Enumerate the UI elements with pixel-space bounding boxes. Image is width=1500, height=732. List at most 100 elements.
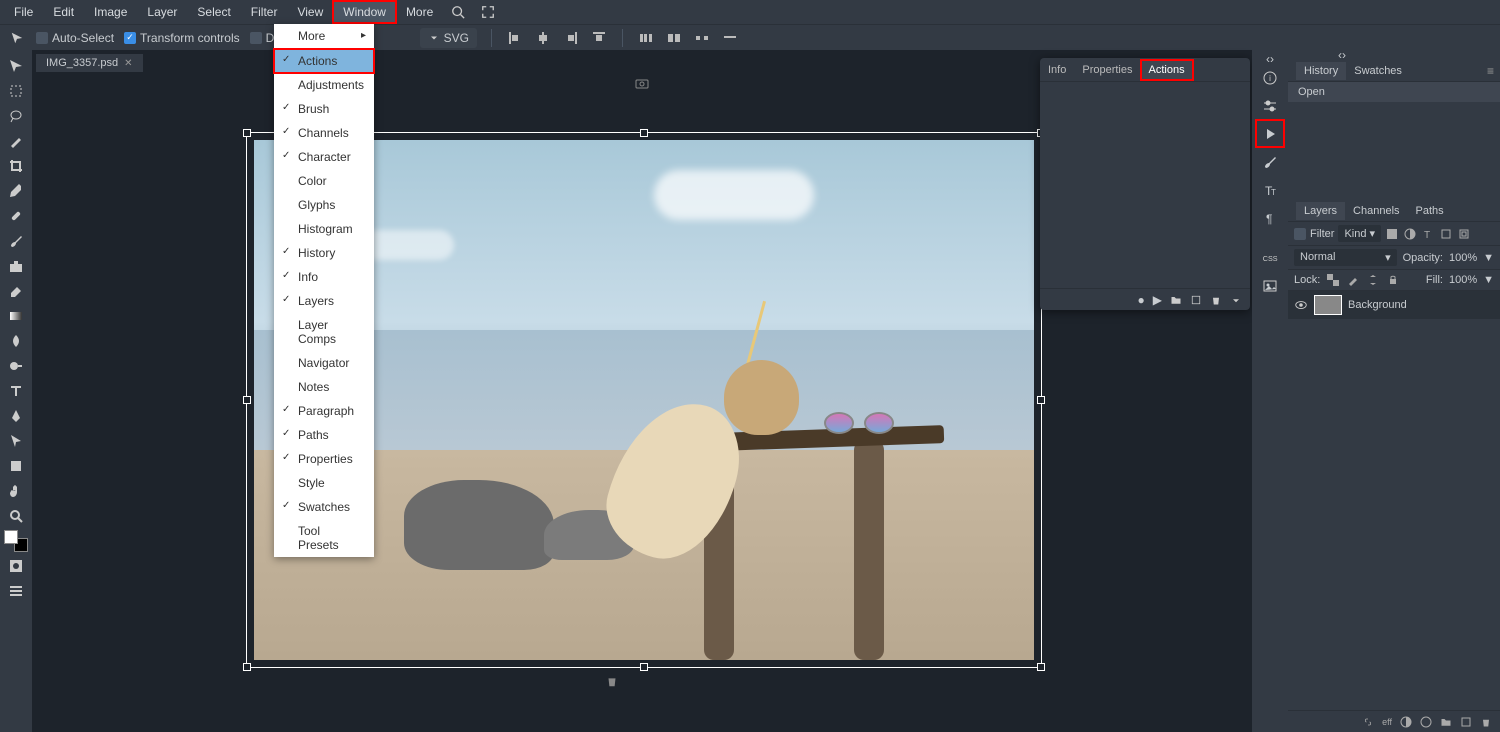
auto-select-checkbox[interactable]: Auto-Select bbox=[36, 31, 114, 45]
zoom-tool[interactable] bbox=[2, 504, 30, 528]
delete-layer-icon[interactable] bbox=[1480, 716, 1492, 728]
menubar-layer[interactable]: Layer bbox=[137, 1, 187, 23]
handle-ml[interactable] bbox=[243, 396, 251, 404]
clone-tool[interactable] bbox=[2, 254, 30, 278]
download-icon[interactable] bbox=[1230, 294, 1242, 306]
dd-glyphs[interactable]: Glyphs bbox=[274, 193, 374, 217]
magic-wand-tool[interactable] bbox=[2, 129, 30, 153]
tab-history[interactable]: History bbox=[1296, 62, 1346, 80]
brush-tool[interactable] bbox=[2, 229, 30, 253]
filter-smart-icon[interactable] bbox=[1457, 227, 1471, 241]
menubar-image[interactable]: Image bbox=[84, 1, 137, 23]
menubar-edit[interactable]: Edit bbox=[43, 1, 84, 23]
pen-tool[interactable] bbox=[2, 404, 30, 428]
opacity-value[interactable]: 100% bbox=[1449, 252, 1477, 264]
record-icon[interactable]: ● bbox=[1138, 293, 1145, 307]
new-item-icon[interactable] bbox=[1190, 294, 1202, 306]
handle-bl[interactable] bbox=[243, 663, 251, 671]
trash-under-canvas-icon[interactable] bbox=[605, 674, 619, 688]
image-icon[interactable] bbox=[1256, 272, 1284, 299]
lock-transparency-icon[interactable] bbox=[1326, 273, 1340, 287]
dd-more[interactable]: More▸ bbox=[274, 24, 374, 49]
dd-character[interactable]: ✓Character bbox=[274, 145, 374, 169]
healing-tool[interactable] bbox=[2, 204, 30, 228]
character-icon[interactable]: TT bbox=[1256, 176, 1284, 203]
color-swatches[interactable] bbox=[2, 529, 30, 553]
fullscreen-icon[interactable] bbox=[473, 3, 503, 21]
dd-brush[interactable]: ✓Brush bbox=[274, 97, 374, 121]
mask-icon[interactable] bbox=[1400, 716, 1412, 728]
distribute-3-icon[interactable] bbox=[693, 29, 711, 47]
text-tool[interactable] bbox=[2, 379, 30, 403]
quickmask-tool[interactable] bbox=[2, 554, 30, 578]
align-center-h-icon[interactable] bbox=[534, 29, 552, 47]
search-icon[interactable] bbox=[443, 3, 473, 21]
dd-color[interactable]: Color bbox=[274, 169, 374, 193]
tab-actions[interactable]: Actions bbox=[1141, 60, 1193, 80]
handle-bm[interactable] bbox=[640, 663, 648, 671]
shape-tool[interactable] bbox=[2, 454, 30, 478]
filter-adjust-icon[interactable] bbox=[1403, 227, 1417, 241]
distribute-4-icon[interactable] bbox=[721, 29, 739, 47]
tab-channels[interactable]: Channels bbox=[1345, 202, 1407, 220]
lock-all-icon[interactable] bbox=[1386, 273, 1400, 287]
blend-mode-select[interactable]: Normal▾ bbox=[1294, 249, 1397, 266]
menubar-filter[interactable]: Filter bbox=[241, 1, 288, 23]
brush-preset-icon[interactable] bbox=[1256, 148, 1284, 175]
paragraph-icon[interactable]: ¶ bbox=[1256, 204, 1284, 231]
opacity-dropdown-icon[interactable]: ▼ bbox=[1483, 252, 1494, 264]
eraser-tool[interactable] bbox=[2, 279, 30, 303]
handle-tm[interactable] bbox=[640, 129, 648, 137]
filter-shape-icon[interactable] bbox=[1439, 227, 1453, 241]
dd-paths[interactable]: ✓Paths bbox=[274, 423, 374, 447]
menubar-file[interactable]: File bbox=[4, 1, 43, 23]
lock-position-icon[interactable] bbox=[1366, 273, 1380, 287]
path-select-tool[interactable] bbox=[2, 429, 30, 453]
filter-pixel-icon[interactable] bbox=[1385, 227, 1399, 241]
actions-play-icon[interactable] bbox=[1256, 120, 1284, 147]
visibility-icon[interactable] bbox=[1294, 298, 1308, 312]
tab-paths[interactable]: Paths bbox=[1408, 202, 1452, 220]
panel-menu-icon[interactable]: ≡ bbox=[1481, 64, 1500, 78]
tab-swatches[interactable]: Swatches bbox=[1346, 62, 1410, 80]
link-layers-icon[interactable] bbox=[1362, 716, 1374, 728]
effects-icon[interactable]: eff bbox=[1382, 717, 1392, 727]
dd-channels[interactable]: ✓Channels bbox=[274, 121, 374, 145]
dd-paragraph[interactable]: ✓Paragraph bbox=[274, 399, 374, 423]
play-action-icon[interactable]: ▶ bbox=[1153, 293, 1162, 307]
dd-notes[interactable]: Notes bbox=[274, 375, 374, 399]
menubar-window[interactable]: Window bbox=[333, 1, 396, 23]
fill-value[interactable]: 100% bbox=[1449, 274, 1477, 286]
new-layer-icon[interactable] bbox=[1460, 716, 1472, 728]
trash-icon[interactable] bbox=[1210, 294, 1222, 306]
filter-checkbox[interactable] bbox=[1294, 228, 1306, 240]
dd-properties[interactable]: ✓Properties bbox=[274, 447, 374, 471]
transform-controls-checkbox[interactable]: ✓Transform controls bbox=[124, 31, 240, 45]
lock-paint-icon[interactable] bbox=[1346, 273, 1360, 287]
css-icon[interactable]: CSS bbox=[1256, 244, 1284, 271]
tab-properties[interactable]: Properties bbox=[1074, 60, 1140, 80]
align-right-icon[interactable] bbox=[562, 29, 580, 47]
dd-layercomps[interactable]: Layer Comps bbox=[274, 313, 374, 351]
handle-mr[interactable] bbox=[1037, 396, 1045, 404]
tab-layers[interactable]: Layers bbox=[1296, 202, 1345, 220]
options-icon[interactable] bbox=[2, 579, 30, 603]
handle-tl[interactable] bbox=[243, 129, 251, 137]
lasso-tool[interactable] bbox=[2, 104, 30, 128]
marquee-tool[interactable] bbox=[2, 79, 30, 103]
handle-br[interactable] bbox=[1037, 663, 1045, 671]
dd-toolpresets[interactable]: Tool Presets bbox=[274, 519, 374, 557]
align-top-icon[interactable] bbox=[590, 29, 608, 47]
tab-info[interactable]: Info bbox=[1040, 60, 1074, 80]
align-left-icon[interactable] bbox=[506, 29, 524, 47]
dd-adjustments[interactable]: Adjustments bbox=[274, 73, 374, 97]
move-tool[interactable] bbox=[2, 54, 30, 78]
distribute-1-icon[interactable] bbox=[637, 29, 655, 47]
dodge-tool[interactable] bbox=[2, 354, 30, 378]
export-svg-button[interactable]: SVG bbox=[420, 28, 477, 48]
adjustment-layer-icon[interactable] bbox=[1420, 716, 1432, 728]
dd-actions[interactable]: ✓Actions bbox=[274, 49, 374, 73]
gradient-tool[interactable] bbox=[2, 304, 30, 328]
info-icon[interactable]: i bbox=[1256, 64, 1284, 91]
folder-icon[interactable] bbox=[1170, 294, 1182, 306]
